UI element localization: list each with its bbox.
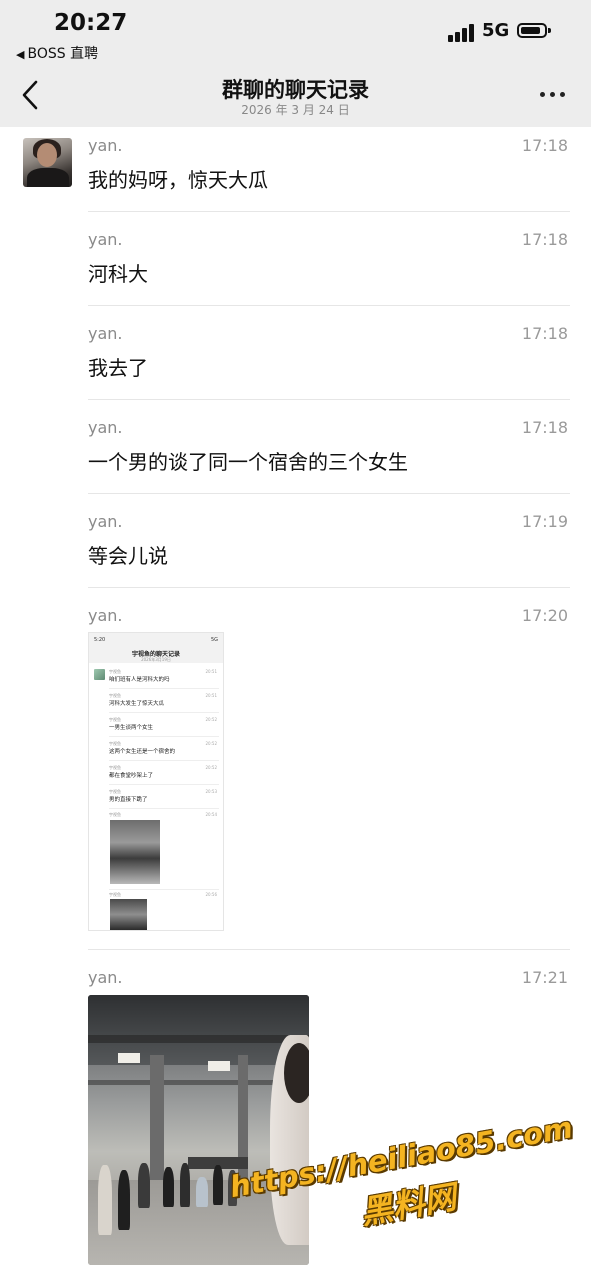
message-time: 17:18 — [521, 230, 568, 249]
sender-name: yan. — [88, 418, 123, 437]
nested-text: 河科大发生了惊天大瓜 — [109, 701, 165, 707]
nested-time: 20:54 — [205, 812, 217, 817]
divider — [88, 493, 570, 494]
nested-sender: 宇视鱼 — [109, 892, 121, 897]
battery-icon — [517, 23, 551, 38]
sender-name: yan. — [88, 136, 123, 155]
nested-time: 20:52 — [205, 717, 217, 722]
nested-time: 20:53 — [205, 789, 217, 794]
nested-sender: 宇视鱼 — [109, 812, 121, 817]
sender-name: yan. — [88, 968, 123, 987]
back-to-app-link[interactable]: ◀ BOSS 直聘 — [16, 43, 98, 63]
nested-status-time: 5:20 — [94, 637, 106, 643]
message-text: 河科大 — [88, 262, 148, 286]
page-title: 群聊的聊天记录 — [222, 78, 369, 102]
sender-name: yan. — [88, 606, 123, 625]
nested-text: 男的直接下跪了 — [109, 797, 148, 803]
status-time: 20:27 — [54, 10, 128, 36]
message-time: 17:19 — [521, 512, 568, 531]
divider — [88, 587, 570, 588]
back-app-label: BOSS 直聘 — [27, 46, 99, 62]
avatar[interactable] — [23, 138, 72, 187]
nested-text: 这两个女生还是一个宿舍的 — [109, 749, 176, 755]
divider — [88, 949, 570, 950]
nested-text: 都在食堂吵架上了 — [109, 773, 154, 779]
network-label: 5G — [482, 20, 510, 41]
back-triangle-icon: ◀ — [16, 48, 25, 61]
nested-text: 咱们班有人是河科大的吗 — [109, 677, 170, 683]
divider — [88, 399, 570, 400]
message-text: 我去了 — [88, 356, 148, 380]
message-time: 17:21 — [521, 968, 568, 987]
message-time: 17:18 — [521, 418, 568, 437]
nested-text: 一男生谈两个女生 — [109, 725, 154, 731]
nested-avatar — [94, 669, 105, 680]
nested-time: 20:52 — [205, 765, 217, 770]
message-time: 17:18 — [521, 324, 568, 343]
nested-photo — [110, 820, 160, 884]
sender-name: yan. — [88, 324, 123, 343]
more-button[interactable] — [538, 92, 568, 100]
nested-photo — [110, 899, 147, 930]
nested-time: 20:51 — [205, 669, 217, 674]
message-text: 一个男的谈了同一个宿舍的三个女生 — [88, 450, 408, 474]
nested-time: 20:52 — [205, 741, 217, 746]
nested-date: 2026年3月19日 — [141, 657, 171, 662]
nested-status-network: 5G — [210, 637, 218, 643]
nested-time: 20:56 — [205, 892, 217, 897]
nested-time: 20:51 — [205, 693, 217, 698]
sender-name: yan. — [88, 230, 123, 249]
screenshot-image[interactable]: 5:20 5G 宇视鱼的聊天记录 2026年3月19日 宇视鱼 20:51 咱们… — [88, 632, 224, 931]
message-text: 等会儿说 — [88, 544, 168, 568]
page-date: 2026 年 3 月 24 日 — [241, 103, 350, 117]
divider — [88, 211, 570, 212]
sender-name: yan. — [88, 512, 123, 531]
signal-icon — [448, 22, 478, 42]
message-time: 17:18 — [521, 136, 568, 155]
message-time: 17:20 — [521, 606, 568, 625]
more-dots-icon — [540, 92, 545, 97]
divider — [88, 305, 570, 306]
message-text: 我的妈呀，惊天大瓜 — [88, 168, 268, 192]
